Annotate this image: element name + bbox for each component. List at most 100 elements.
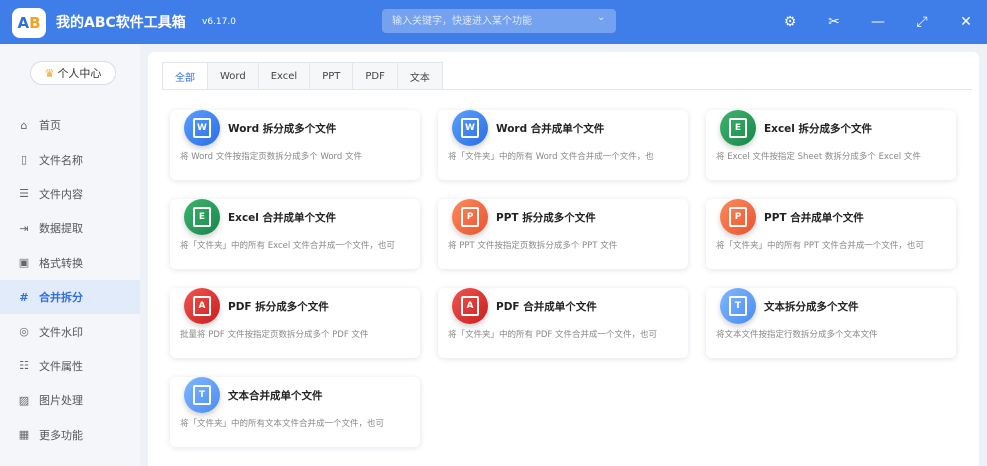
sidebar-item-3[interactable]: ⇥ 数据提取 xyxy=(0,211,140,245)
tab-0[interactable]: 全部 xyxy=(162,62,208,90)
sidebar-item-2[interactable]: ☰ 文件内容 xyxy=(0,177,140,211)
tab-2[interactable]: Excel xyxy=(258,62,311,90)
feature-card-title: PDF 合并成单个文件 xyxy=(496,301,597,313)
sidebar-item-icon: # xyxy=(19,290,29,304)
sidebar-item-6[interactable]: ◎ 文件水印 xyxy=(0,314,140,348)
category-tabs: 全部 Word Excel PPT PDF 文本 xyxy=(162,62,443,90)
sidebar-item-label: 更多功能 xyxy=(39,428,83,442)
feature-card[interactable]: T 文本拆分成多个文件将文本文件按指定行数拆分成多个文本文件 xyxy=(706,288,956,358)
sidebar-nav: ⌂ 首页 ▯ 文件名称 ☰ 文件内容 ⇥ 数据提取 ▣ 格式转换 # 合并拆分 ◎ 文件水印 ☷ 文件属性 ▨ 图… xyxy=(0,108,140,452)
sidebar-item-label: 图片处理 xyxy=(39,394,83,408)
feature-card-title: Excel 拆分成多个文件 xyxy=(764,123,873,135)
feature-card[interactable]: T 文本合并成单个文件将「文件夹」中的所有文本文件合并成一个文件，也可 xyxy=(170,377,420,447)
sidebar-item-label: 数据提取 xyxy=(39,222,83,236)
sidebar-item-label: 首页 xyxy=(39,119,61,133)
file-type-icon: E xyxy=(720,110,756,146)
feature-card-description: 将「文件夹」中的所有 PDF 文件合并成一个文件，也可 xyxy=(448,330,657,340)
feature-card[interactable]: W Word 合并成单个文件将「文件夹」中的所有 Word 文件合并成一个文件，也 xyxy=(438,110,688,180)
feature-card-title: Excel 合并成单个文件 xyxy=(228,212,337,224)
sidebar-item-icon: ⇥ xyxy=(19,221,29,235)
user-center-button[interactable]: ♛ 个人中心 xyxy=(30,61,116,85)
sidebar-item-9[interactable]: ▦ 更多功能 xyxy=(0,418,140,452)
document-icon: A xyxy=(193,296,211,316)
feature-card-title: PPT 合并成单个文件 xyxy=(764,212,864,224)
sidebar: ♛ 个人中心 ⌂ 首页 ▯ 文件名称 ☰ 文件内容 ⇥ 数据提取 ▣ 格式转换 # 合并拆分 ◎ 文件水印… xyxy=(0,44,140,466)
feature-card-title: Word 拆分成多个文件 xyxy=(228,123,337,135)
sidebar-item-icon: ▯ xyxy=(20,153,28,167)
close-icon[interactable]: ✕ xyxy=(954,10,978,34)
feature-card-description: 将 Excel 文件按指定 Sheet 数拆分成多个 Excel 文件 xyxy=(716,152,921,162)
file-type-icon: T xyxy=(720,288,756,324)
document-icon: E xyxy=(729,118,747,138)
crown-icon: ♛ xyxy=(44,66,55,80)
feature-card[interactable]: E Excel 合并成单个文件 将「文件夹」中的所有 Excel 文件合并成一个文件… xyxy=(170,199,420,269)
file-type-icon: W xyxy=(184,110,220,146)
sidebar-item-4[interactable]: ▣ 格式转换 xyxy=(0,246,140,280)
app-logo: AB xyxy=(12,8,46,38)
file-type-icon: P xyxy=(720,199,756,235)
document-icon: P xyxy=(461,207,479,227)
document-icon: A xyxy=(461,296,479,316)
feature-card[interactable]: A PDF 合并成单个文件将「文件夹」中的所有 PDF 文件合并成一个文件，也可 xyxy=(438,288,688,358)
sidebar-item-0[interactable]: ⌂ 首页 xyxy=(0,108,140,142)
feature-card-description: 批量将 PDF 文件按指定页数拆分成多个 PDF 文件 xyxy=(180,330,369,340)
feature-card-description: 将 Word 文件按指定页数拆分成多个 Word 文件 xyxy=(180,152,363,162)
sidebar-item-1[interactable]: ▯ 文件名称 xyxy=(0,142,140,176)
sidebar-item-7[interactable]: ☷ 文件属性 xyxy=(0,349,140,383)
feature-card[interactable]: W Word 拆分成多个文件将 Word 文件按指定页数拆分成多个 Word 文件 xyxy=(170,110,420,180)
file-type-icon: W xyxy=(452,110,488,146)
file-type-icon: A xyxy=(452,288,488,324)
document-icon: W xyxy=(193,118,211,138)
feature-card-description: 将文本文件按指定行数拆分成多个文本文件 xyxy=(716,330,878,340)
feature-card-description: 将「文件夹」中的所有 Word 文件合并成一个文件，也 xyxy=(448,152,654,162)
document-icon: W xyxy=(461,118,479,138)
feature-card[interactable]: E Excel 拆分成多个文件将 Excel 文件按指定 Sheet 数拆分成多个… xyxy=(706,110,956,180)
gear-icon[interactable]: ⚙ xyxy=(778,10,802,34)
user-center-label: 个人中心 xyxy=(57,67,102,80)
tab-1[interactable]: Word xyxy=(208,62,259,90)
sidebar-item-icon: ☰ xyxy=(19,187,29,201)
app-version: v6.17.0 xyxy=(202,17,236,27)
scissors-icon[interactable]: ✂ xyxy=(822,10,846,34)
feature-card-description: 将「文件夹」中的所有文本文件合并成一个文件，也可 xyxy=(180,419,385,429)
tab-divider xyxy=(162,89,972,90)
feature-card-description: 将「文件夹」中的所有 PPT 文件合并成一个文件，也可 xyxy=(716,241,924,251)
feature-card[interactable]: P PPT 合并成单个文件将「文件夹」中的所有 PPT 文件合并成一个文件，也可 xyxy=(706,199,956,269)
sidebar-item-label: 格式转换 xyxy=(39,256,83,270)
sidebar-item-icon: ⌂ xyxy=(20,118,28,132)
feature-card[interactable]: P PPT 拆分成多个文件将 PPT 文件按指定页数拆分成多个 PPT 文件 xyxy=(438,199,688,269)
feature-card-description: 将 PPT 文件按指定页数拆分成多个 PPT 文件 xyxy=(448,241,618,251)
sidebar-item-8[interactable]: ▨ 图片处理 xyxy=(0,383,140,417)
document-icon: E xyxy=(193,207,211,227)
sidebar-item-label: 合并拆分 xyxy=(39,291,83,305)
feature-card-title: Word 合并成单个文件 xyxy=(496,123,605,135)
feature-card-title: PDF 拆分成多个文件 xyxy=(228,301,329,313)
feature-card[interactable]: A PDF 拆分成多个文件批量将 PDF 文件按指定页数拆分成多个 PDF 文件 xyxy=(170,288,420,358)
tab-5[interactable]: 文本 xyxy=(397,62,443,90)
tab-3[interactable]: PPT xyxy=(310,62,354,90)
file-type-icon: T xyxy=(184,377,220,413)
maximize-icon[interactable]: ⤢ xyxy=(910,10,934,34)
sidebar-item-5[interactable]: # 合并拆分 xyxy=(0,279,140,315)
sidebar-item-label: 文件名称 xyxy=(39,153,83,167)
document-icon: P xyxy=(729,207,747,227)
feature-card-title: PPT 拆分成多个文件 xyxy=(496,212,596,224)
sidebar-item-label: 文件水印 xyxy=(39,325,83,339)
feature-card-title: 文本拆分成多个文件 xyxy=(764,301,859,313)
file-type-icon: P xyxy=(452,199,488,235)
sidebar-item-label: 文件属性 xyxy=(39,359,83,373)
sidebar-item-icon: ▦ xyxy=(18,428,30,442)
sidebar-item-icon: ▨ xyxy=(18,393,30,407)
file-type-icon: E xyxy=(184,199,220,235)
file-type-icon: A xyxy=(184,288,220,324)
sidebar-item-label: 文件内容 xyxy=(39,187,83,201)
search-input[interactable] xyxy=(382,9,616,33)
document-icon: T xyxy=(193,385,211,405)
feature-card-title: 文本合并成单个文件 xyxy=(228,390,323,402)
app-title: 我的ABC软件工具箱 xyxy=(56,15,186,31)
title-bar: AB 我的ABC软件工具箱 v6.17.0 ⌄ ⚙ ✂ — ⤢ ✕ xyxy=(0,0,987,44)
tab-4[interactable]: PDF xyxy=(353,62,398,90)
chevron-down-icon[interactable]: ⌄ xyxy=(597,12,605,23)
document-icon: T xyxy=(729,296,747,316)
minimize-icon[interactable]: — xyxy=(866,10,890,34)
